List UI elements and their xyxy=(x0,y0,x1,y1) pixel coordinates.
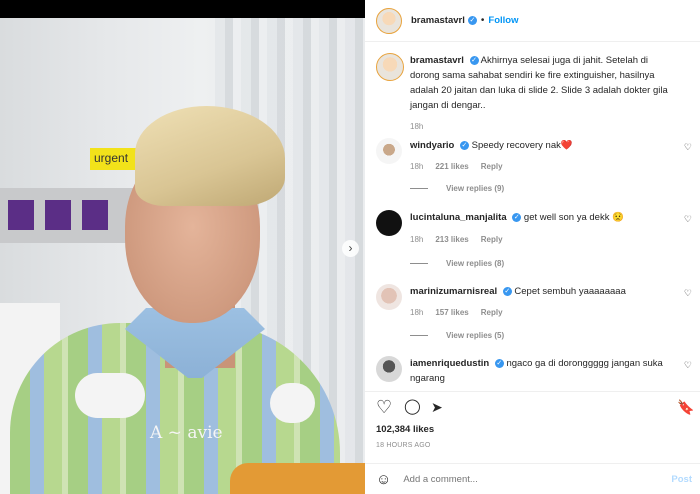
comment-text: iamenriquedustin ✓ ngaco ga di dorongggg… xyxy=(410,356,674,386)
comment-meta: 18h 157 likes Reply xyxy=(410,308,503,317)
view-replies-button[interactable]: View replies (8) xyxy=(410,259,504,268)
author-username[interactable]: bramastavrl xyxy=(411,15,465,26)
commenter-avatar[interactable] xyxy=(376,138,402,164)
comment-text: windyario ✓ Speedy recovery nak❤️ xyxy=(410,138,674,153)
next-slide-icon[interactable]: › xyxy=(342,240,359,257)
couch xyxy=(230,463,365,494)
like-comment-icon[interactable]: ♡ xyxy=(684,288,692,299)
worried-emoji: 😟 xyxy=(612,212,624,223)
view-replies-button[interactable]: View replies (9) xyxy=(410,184,504,193)
shirt-print: A ~ avie xyxy=(150,423,223,443)
replies-line xyxy=(410,188,428,189)
reply-button[interactable]: Reply xyxy=(481,235,503,244)
view-replies-label[interactable]: View replies (9) xyxy=(446,184,504,193)
view-replies-button[interactable]: View replies (5) xyxy=(410,331,504,340)
verified-icon: ✓ xyxy=(512,212,522,222)
reply-button[interactable]: Reply xyxy=(481,308,503,317)
reply-button[interactable]: Reply xyxy=(481,162,503,171)
view-replies-label[interactable]: View replies (8) xyxy=(446,259,504,268)
comment-likes[interactable]: 221 likes xyxy=(435,162,468,171)
like-comment-icon[interactable]: ♡ xyxy=(684,360,692,371)
comment-text: marinizumarnisreal ✓ Cepet sembuh yaaaaa… xyxy=(410,284,674,299)
save-icon[interactable]: 🔖 xyxy=(677,398,694,416)
heart-emoji: ❤️ xyxy=(560,140,573,151)
author-avatar[interactable] xyxy=(376,53,404,81)
post-photo: urgent A ~ avie xyxy=(0,18,365,494)
caption-username[interactable]: bramastavrl xyxy=(410,55,464,66)
post-timestamp: 18 HOURS AGO xyxy=(376,442,431,449)
replies-line xyxy=(410,335,428,336)
post-button[interactable]: Post xyxy=(671,474,692,485)
comment-input[interactable] xyxy=(403,473,644,485)
comment-meta: 18h 221 likes Reply xyxy=(410,162,503,171)
comments-list[interactable]: bramastavrl ✓ Akhirnya selesai juga di j… xyxy=(365,43,700,386)
shirt-cloud xyxy=(270,383,315,423)
comment-text: lucintaluna_manjalita ✓ get well son ya … xyxy=(410,210,674,225)
comment-username[interactable]: marinizumarnisreal xyxy=(410,286,497,297)
caption-meta: 18h xyxy=(410,122,423,131)
verified-icon: ✓ xyxy=(459,140,469,150)
comment-username[interactable]: windyario xyxy=(410,140,454,151)
verified-icon: ✓ xyxy=(467,16,477,25)
caption-text: bramastavrl ✓ Akhirnya selesai juga di j… xyxy=(410,53,674,113)
comment-username[interactable]: iamenriquedustin xyxy=(410,358,489,369)
author-avatar[interactable] xyxy=(376,7,402,34)
comment-body: Cepet sembuh yaaaaaaaa xyxy=(514,286,626,297)
post-header: bramastavrl ✓ • Follow xyxy=(365,0,700,42)
shirt-cloud xyxy=(75,373,145,418)
verified-icon: ✓ xyxy=(494,358,504,368)
wall-decor xyxy=(8,200,34,230)
comment-time: 18h xyxy=(410,162,424,171)
likes-count[interactable]: 102,384 likes xyxy=(376,424,434,435)
replies-line xyxy=(410,263,428,264)
post-actions: ♡ ◯ ➤ 🔖 xyxy=(365,391,700,421)
comment-username[interactable]: lucintaluna_manjalita xyxy=(410,212,507,223)
add-comment-bar: ☺ Post xyxy=(365,463,700,494)
share-icon[interactable]: ➤ xyxy=(431,398,443,416)
commenter-avatar[interactable] xyxy=(376,356,402,382)
verified-icon: ✓ xyxy=(502,286,512,296)
like-comment-icon[interactable]: ♡ xyxy=(684,214,692,225)
wall-decor xyxy=(45,200,71,230)
comment-likes[interactable]: 157 likes xyxy=(435,308,468,317)
wall-decor xyxy=(82,200,108,230)
like-icon[interactable]: ♡ xyxy=(376,398,392,416)
verified-icon: ✓ xyxy=(469,55,479,65)
caption-time: 18h xyxy=(410,122,424,131)
comment-time: 18h xyxy=(410,308,424,317)
commenter-avatar[interactable] xyxy=(376,210,402,236)
emoji-icon[interactable]: ☺ xyxy=(376,471,391,488)
comment-likes[interactable]: 213 likes xyxy=(435,235,468,244)
follow-button[interactable]: Follow xyxy=(488,15,518,26)
comment-time: 18h xyxy=(410,235,424,244)
post-side-panel: bramastavrl ✓ • Follow bramastavrl ✓ Akh… xyxy=(365,0,700,494)
like-comment-icon[interactable]: ♡ xyxy=(684,142,692,153)
view-replies-label[interactable]: View replies (5) xyxy=(446,331,504,340)
comment-body: Speedy recovery nak xyxy=(471,140,561,151)
separator-dot: • xyxy=(480,15,485,26)
comment-meta: 18h 213 likes Reply xyxy=(410,235,503,244)
hair xyxy=(135,106,285,206)
comment-icon[interactable]: ◯ xyxy=(404,398,421,416)
commenter-avatar[interactable] xyxy=(376,284,402,310)
comment-body: get well son ya dekk xyxy=(523,212,610,223)
